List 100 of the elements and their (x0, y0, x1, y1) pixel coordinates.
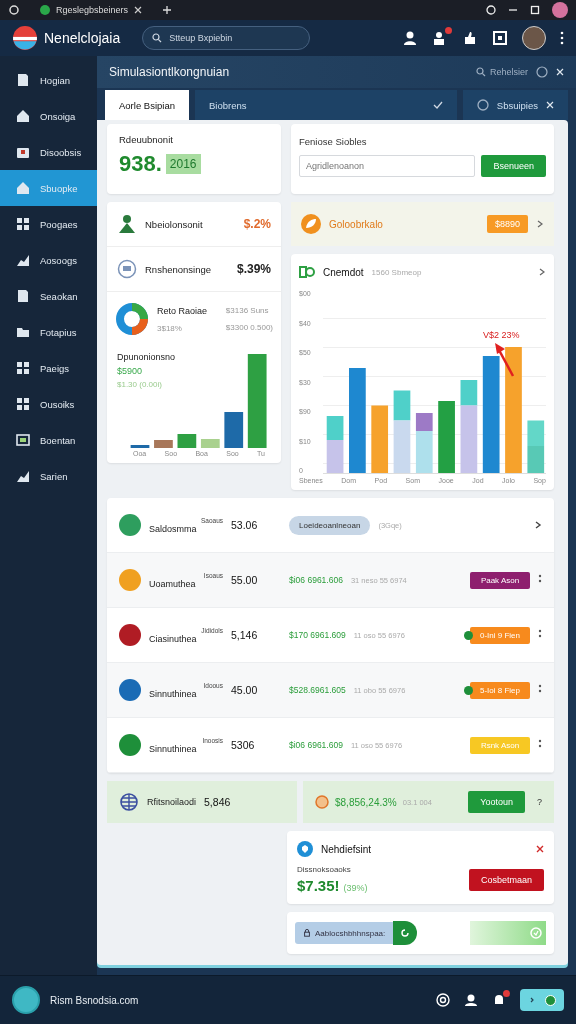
check-icon (530, 927, 542, 939)
tab[interactable]: Sbsuipies (462, 90, 568, 120)
item-value: 45.00 (231, 684, 259, 696)
sidebar-item[interactable]: Paeigs (0, 350, 97, 386)
house-icon (16, 109, 30, 123)
message-field[interactable]: Aablocshbhhnspaa: (295, 922, 394, 944)
item-name: Ciasinuthea (149, 633, 198, 644)
item-value: 5306 (231, 739, 256, 751)
sidebar-item[interactable]: Hogian (0, 62, 97, 98)
square-icon[interactable] (492, 30, 508, 46)
globe-icon[interactable] (536, 66, 548, 78)
chevron-right-icon (536, 220, 544, 228)
globe-icon (119, 792, 139, 812)
sidebar-item[interactable]: Ousoiks (0, 386, 97, 422)
donut-percent: 3$18% (157, 323, 183, 333)
notification-label: Dissnoksoaoks (297, 865, 352, 874)
bar (224, 412, 244, 448)
bar-segment (438, 401, 455, 473)
promo-label: Goloobrkalo (329, 218, 383, 230)
status-badge: 0-Ini 9 Fien (470, 626, 530, 644)
summary-value: 938. (119, 151, 162, 177)
search-icon (152, 33, 163, 43)
grid-icon (16, 397, 30, 411)
notification-badge (503, 990, 510, 997)
notification-badge (445, 27, 452, 34)
new-tab-icon[interactable] (162, 5, 173, 15)
sidebar-item[interactable]: Boentan (0, 422, 97, 458)
item-amount: $170 6961.609 (289, 630, 346, 640)
chart-value: $5900 (117, 366, 144, 376)
send-button[interactable] (393, 921, 418, 945)
item-amount: $i06 6961.606 (289, 575, 343, 585)
metric-value: $.2% (243, 217, 271, 231)
sidebar-item[interactable]: Disoobsis (0, 134, 97, 170)
sidebar-item[interactable]: Poogaes (0, 206, 97, 242)
help-link[interactable]: ? (537, 797, 542, 807)
chevron-right-icon[interactable] (538, 268, 546, 276)
search-button[interactable]: Rehelsier (475, 67, 528, 77)
shield-icon (297, 841, 313, 857)
info-icon[interactable] (486, 5, 496, 15)
status-pill: Loeideoanlneoan (289, 515, 371, 535)
metric-name: Rnshenonsinge (145, 263, 213, 275)
item-name: Saldosmma (149, 523, 198, 534)
chart-title: Cnemdot (323, 266, 364, 278)
tab[interactable]: Aorle Bsipian (105, 90, 189, 120)
chart-icon (16, 469, 30, 483)
bar-segment (371, 405, 389, 473)
avatar[interactable] (552, 2, 568, 18)
close-icon (546, 101, 554, 109)
refresh-icon (400, 928, 411, 938)
more-icon[interactable] (560, 31, 564, 45)
notification-button[interactable]: Cosbetmaan (468, 868, 544, 891)
bar-segment (527, 446, 545, 473)
page-title: Simulasiontlkongnuian (109, 65, 230, 79)
metric-name: Nbeiolonsonit (145, 218, 204, 230)
annotation-label: V$2 23% (483, 330, 520, 340)
chevron-right-icon[interactable] (534, 521, 542, 529)
site-link[interactable]: Rism Bsnodsia.com (50, 994, 139, 1006)
status-badge: 5-Ioi 8 Fiep (470, 681, 530, 699)
search-field[interactable]: Stteup Bxpiebin (142, 26, 311, 50)
item-name: Uoamuthea (149, 578, 197, 589)
tab[interactable]: Biobrens (195, 90, 457, 120)
filter-title: Feniose Siobles (299, 136, 368, 147)
grid-icon (16, 361, 30, 375)
brand-name: Nenelclojaia (44, 30, 121, 46)
close-icon[interactable] (536, 845, 544, 853)
status-toggle[interactable] (520, 989, 564, 1011)
highlight-value: 5,846 (204, 796, 232, 808)
avatar (12, 986, 40, 1014)
summary-label: Rdeuubnonit (119, 134, 174, 145)
action-button[interactable]: Yootoun (468, 791, 525, 813)
sidebar-item[interactable]: Sarien (0, 458, 97, 494)
bag-icon (16, 145, 30, 159)
chart-subvalue: $1.30 (0.00i) (117, 380, 163, 389)
avatar[interactable] (522, 26, 546, 50)
notification-title: Nehdiefsint (321, 843, 372, 855)
bar (177, 434, 197, 448)
donut-value: $3300 0.500) (225, 323, 273, 332)
search-icon (475, 67, 486, 77)
filter-button[interactable]: Bsenueen (481, 155, 546, 177)
bell-icon[interactable] (492, 993, 506, 1007)
donut-chart (115, 302, 149, 336)
sidebar-item[interactable]: Seaokan (0, 278, 97, 314)
thumbs-up-icon[interactable] (462, 30, 478, 46)
user-icon[interactable] (402, 30, 418, 46)
target-icon[interactable] (436, 993, 450, 1007)
sidebar-item[interactable]: Aosoogs (0, 242, 97, 278)
bar-segment (326, 416, 344, 440)
bar-segment (326, 440, 344, 473)
toggle-switch[interactable] (470, 921, 546, 945)
browser-icon[interactable] (8, 4, 20, 16)
sidebar-item[interactable]: Fotapius (0, 314, 97, 350)
sidebar-item[interactable]: Onsoiga (0, 98, 97, 134)
filter-input[interactable]: Agridlenoanon (299, 155, 476, 177)
notification-value: $7.35! (297, 877, 340, 894)
document-icon (16, 73, 30, 87)
bar (200, 439, 220, 448)
item-name: Sinnuthinea (149, 743, 198, 754)
user-icon[interactable] (464, 993, 478, 1007)
maximize-icon[interactable] (530, 5, 540, 15)
status-badge: Paak Ason (470, 571, 530, 589)
